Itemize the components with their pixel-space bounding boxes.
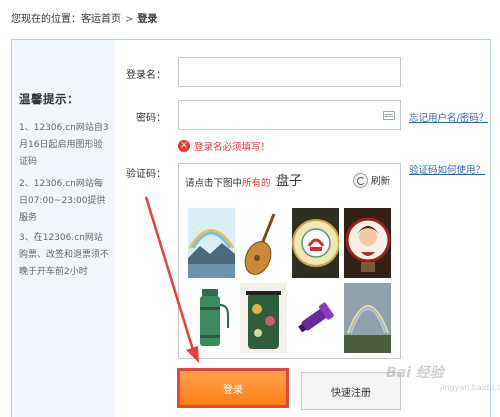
refresh-label: 刷新 bbox=[370, 176, 390, 187]
error-message: ✕ 登录名必须填写！ bbox=[178, 139, 270, 153]
captcha-image-rainbow-landscape[interactable] bbox=[188, 208, 235, 278]
forgot-password-link[interactable]: 忘记用户名/密码？ bbox=[409, 110, 488, 124]
tips-title: 温馨提示： bbox=[19, 92, 79, 106]
captcha-image-painted-vase[interactable] bbox=[240, 283, 287, 353]
captcha-prompt: 请点击下图中所有的 bbox=[185, 178, 271, 189]
breadcrumb-home-link[interactable]: 客运首页 bbox=[81, 14, 121, 25]
error-icon: ✕ bbox=[178, 140, 190, 152]
captcha-image-decorative-plate[interactable] bbox=[292, 208, 339, 278]
captcha-image-rainbow-field[interactable] bbox=[344, 283, 391, 353]
captcha-image-purple-flashlight[interactable] bbox=[292, 283, 339, 353]
refresh-icon[interactable] bbox=[352, 172, 368, 188]
captcha-help-link[interactable]: 验证码如何使用？ bbox=[409, 162, 485, 176]
watermark-url: jingyan.baidu.com bbox=[440, 383, 500, 392]
captcha-label: 验证码： bbox=[126, 169, 166, 180]
tip-item: 2、12306.cn网站每日07:00~23:00提供服务 bbox=[19, 179, 106, 223]
breadcrumb-prefix: 您现在的位置： bbox=[11, 14, 81, 25]
captcha-box: 请点击下图中所有的 盘子 刷新 bbox=[178, 163, 401, 359]
captcha-target-word: 盘子 bbox=[276, 174, 303, 189]
login-button[interactable]: 登录 bbox=[177, 368, 289, 408]
tip-item: 3、在12306.cn网站购票、改签和退票须不晚于开车前2小时 bbox=[19, 233, 110, 277]
tips-sidebar: 温馨提示： 1、12306.cn网站自3月16日起启用图形验证码 2、12306… bbox=[12, 40, 115, 417]
error-text: 登录名必须填写！ bbox=[194, 142, 271, 153]
password-label: 密码： bbox=[136, 113, 166, 124]
breadcrumb-separator: > bbox=[125, 14, 134, 25]
username-label: 登录名： bbox=[126, 70, 166, 81]
username-input[interactable] bbox=[178, 57, 401, 87]
watermark-logo: Bai 经验 bbox=[386, 365, 444, 381]
breadcrumb: 您现在的位置：客运首页 > 登录 bbox=[11, 10, 157, 25]
captcha-image-pipa-instrument[interactable] bbox=[240, 208, 287, 278]
tip-item: 1、12306.cn网站自3月16日起启用图形验证码 bbox=[19, 123, 109, 167]
keyboard-icon[interactable] bbox=[383, 111, 395, 120]
captcha-image-thermos-bottle[interactable] bbox=[188, 283, 235, 353]
captcha-image-portrait-plate[interactable] bbox=[344, 208, 391, 278]
password-input[interactable] bbox=[178, 100, 401, 130]
breadcrumb-current: 登录 bbox=[137, 14, 158, 25]
captcha-refresh-button[interactable]: 刷新 bbox=[352, 170, 390, 190]
